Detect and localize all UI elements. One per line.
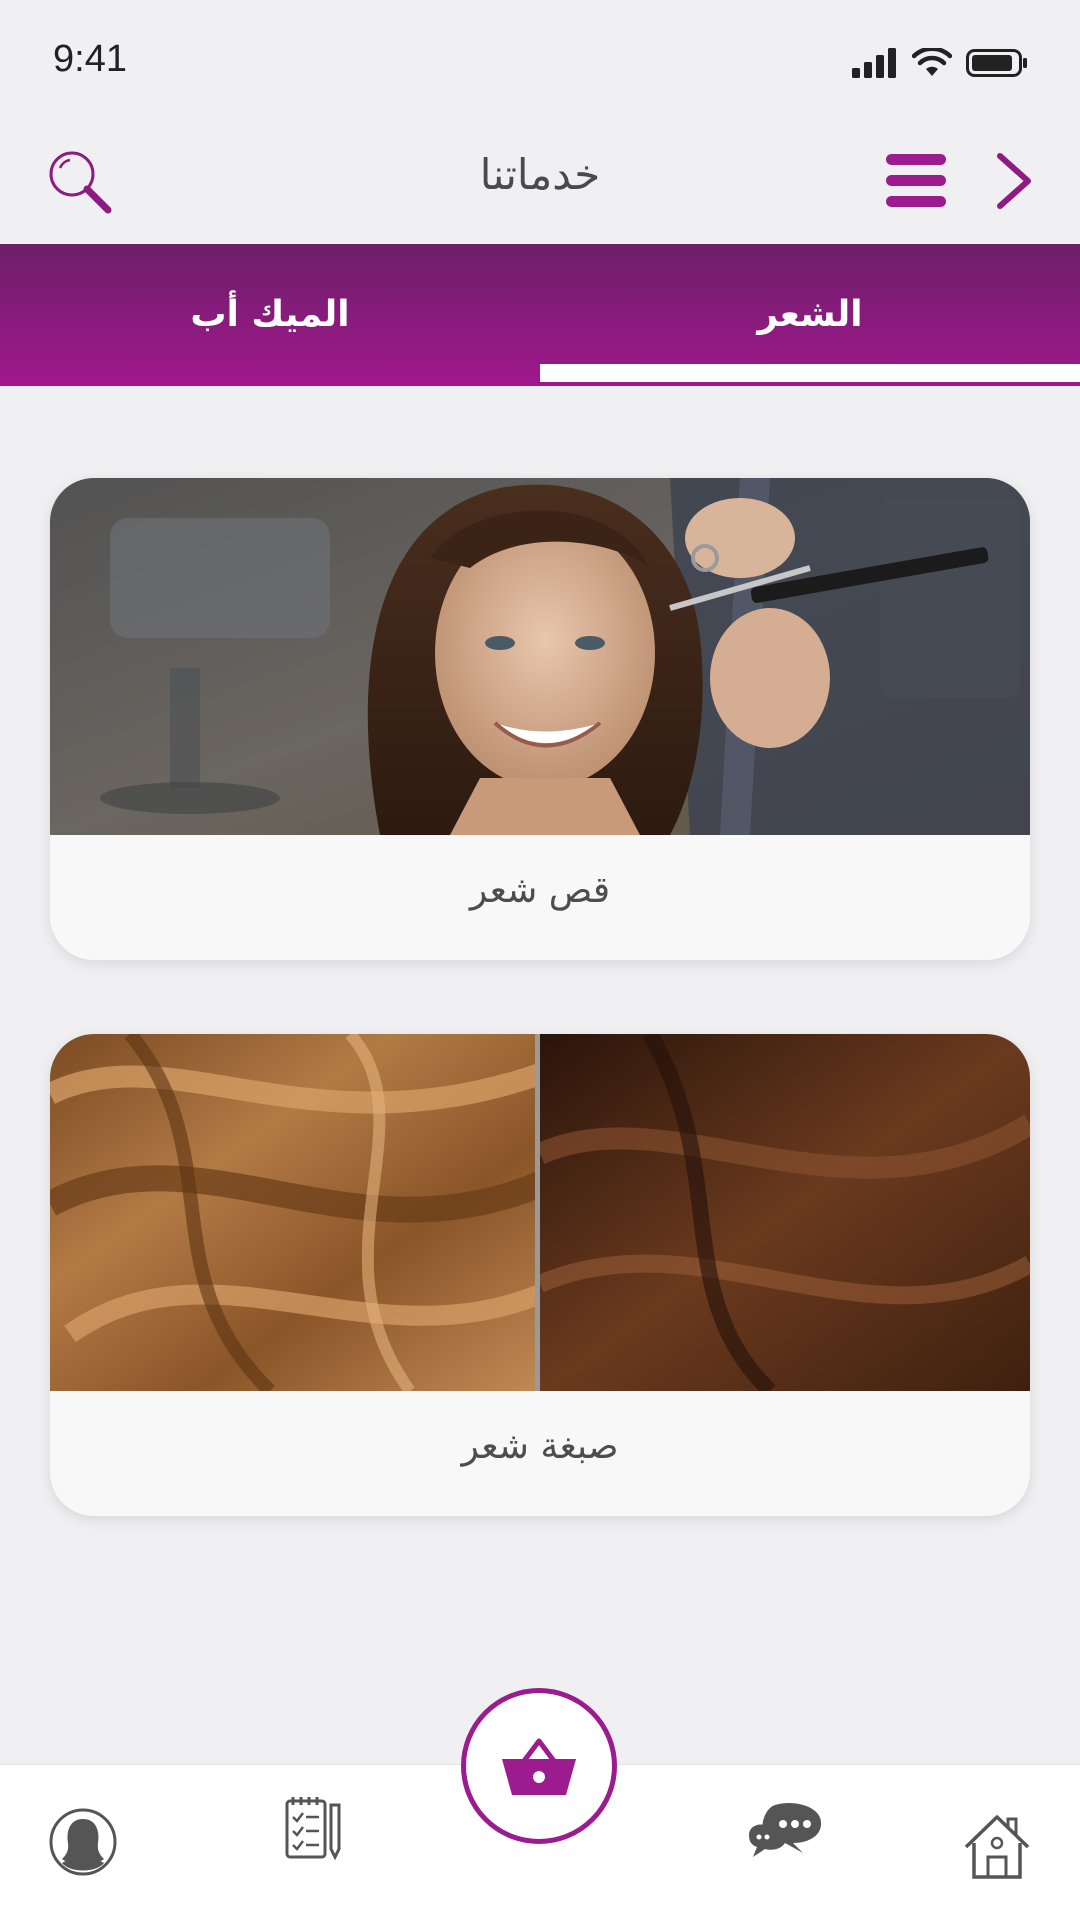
- app-header: خدماتنا: [0, 120, 1080, 244]
- signal-icon: [852, 48, 896, 78]
- haircut-photo: [50, 478, 1030, 835]
- active-tab-indicator: [540, 364, 1080, 382]
- screen: 9:41 خدماتنا الميك أب الشعر قص شعر صبغة …: [0, 0, 1080, 1920]
- status-icons: [852, 48, 1028, 78]
- profile-icon: [49, 1808, 117, 1876]
- service-label-hair-color: صبغة شعر: [461, 1426, 619, 1467]
- nav-home[interactable]: [962, 1813, 1032, 1885]
- battery-icon: [966, 49, 1027, 77]
- tab-hair-label: الشعر: [757, 294, 863, 335]
- chevron-right-icon: [997, 153, 1031, 209]
- chat-icon: [749, 1803, 822, 1857]
- tab-bar: الميك أب الشعر: [0, 244, 1080, 386]
- service-card-haircut[interactable]: قص شعر: [50, 478, 1030, 960]
- nav-chat[interactable]: [745, 1801, 825, 1863]
- back-button[interactable]: [990, 148, 1038, 214]
- status-bar: 9:41: [0, 0, 1080, 120]
- status-time: 9:41: [53, 38, 127, 80]
- cart-button[interactable]: [461, 1688, 617, 1844]
- service-card-hair-color[interactable]: صبغة شعر: [50, 1034, 1030, 1516]
- cart-basket-icon: [502, 1738, 576, 1795]
- hamburger-menu-icon: [886, 154, 946, 207]
- tab-makeup-label: الميك أب: [190, 294, 350, 335]
- nav-profile[interactable]: [48, 1807, 118, 1881]
- menu-button[interactable]: [884, 150, 950, 212]
- home-icon: [964, 1815, 1030, 1879]
- hair-color-photo: [50, 1034, 1030, 1391]
- nav-orders[interactable]: [284, 1795, 344, 1865]
- orders-icon: [285, 1797, 341, 1861]
- service-label-haircut: قص شعر: [469, 870, 611, 911]
- tab-makeup[interactable]: الميك أب: [0, 244, 540, 386]
- wifi-icon: [912, 48, 952, 76]
